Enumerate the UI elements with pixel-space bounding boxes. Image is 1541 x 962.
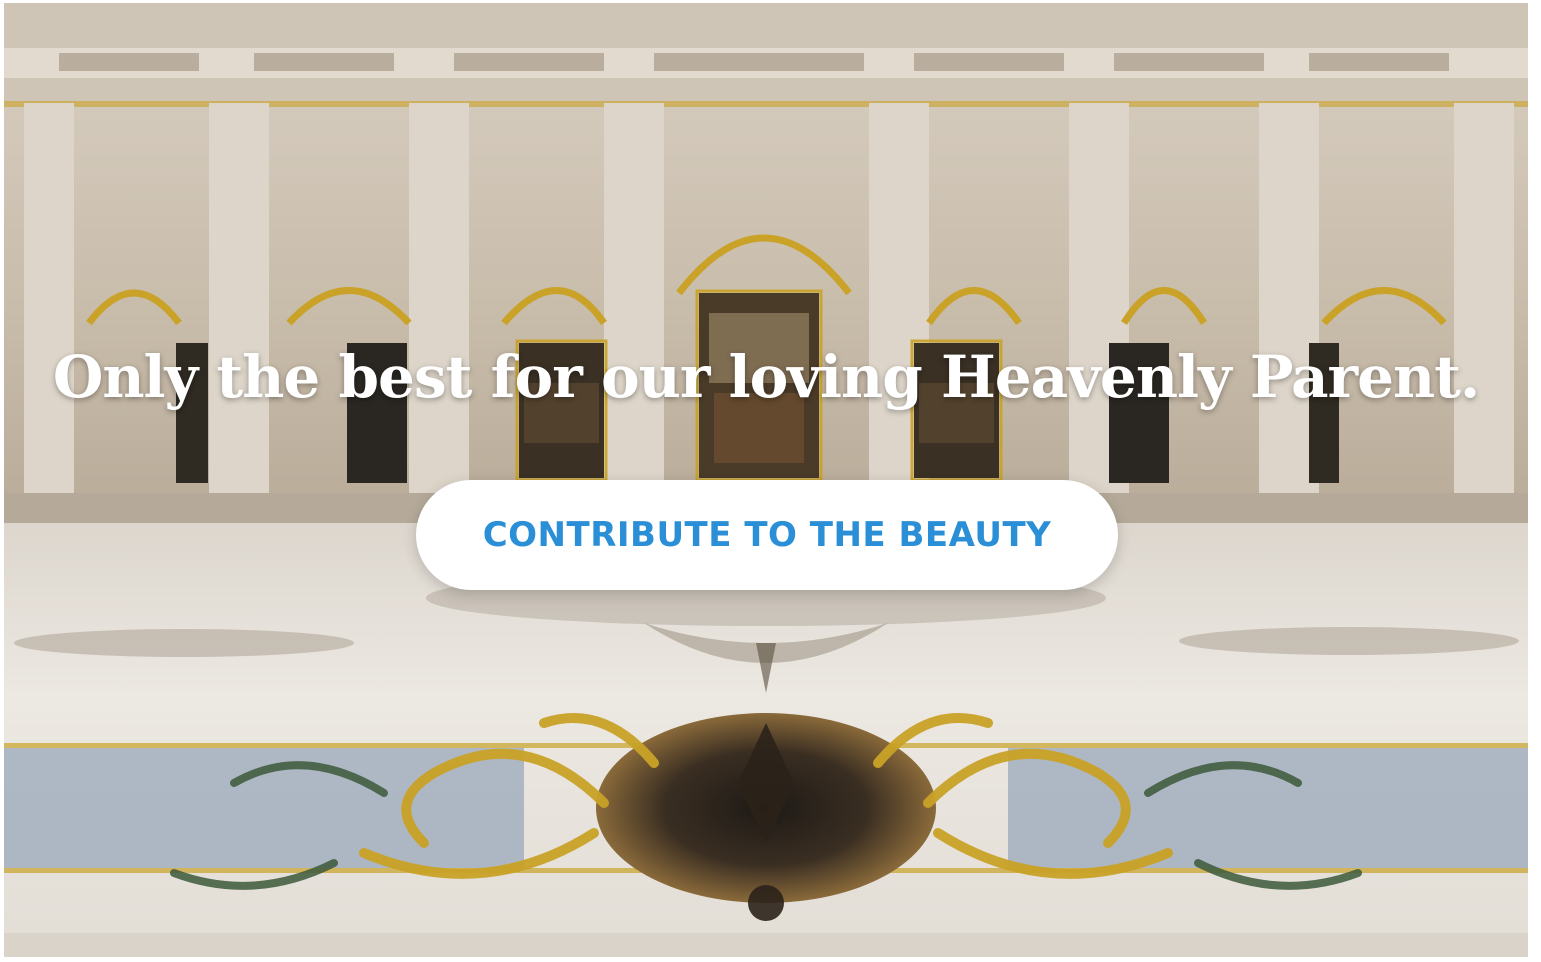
hero-headline: Only the best for our loving Heavenly Pa…	[52, 343, 1480, 411]
hero-banner: Only the best for our loving Heavenly Pa…	[4, 3, 1528, 957]
contribute-button[interactable]: CONTRIBUTE TO THE BEAUTY	[416, 480, 1118, 590]
